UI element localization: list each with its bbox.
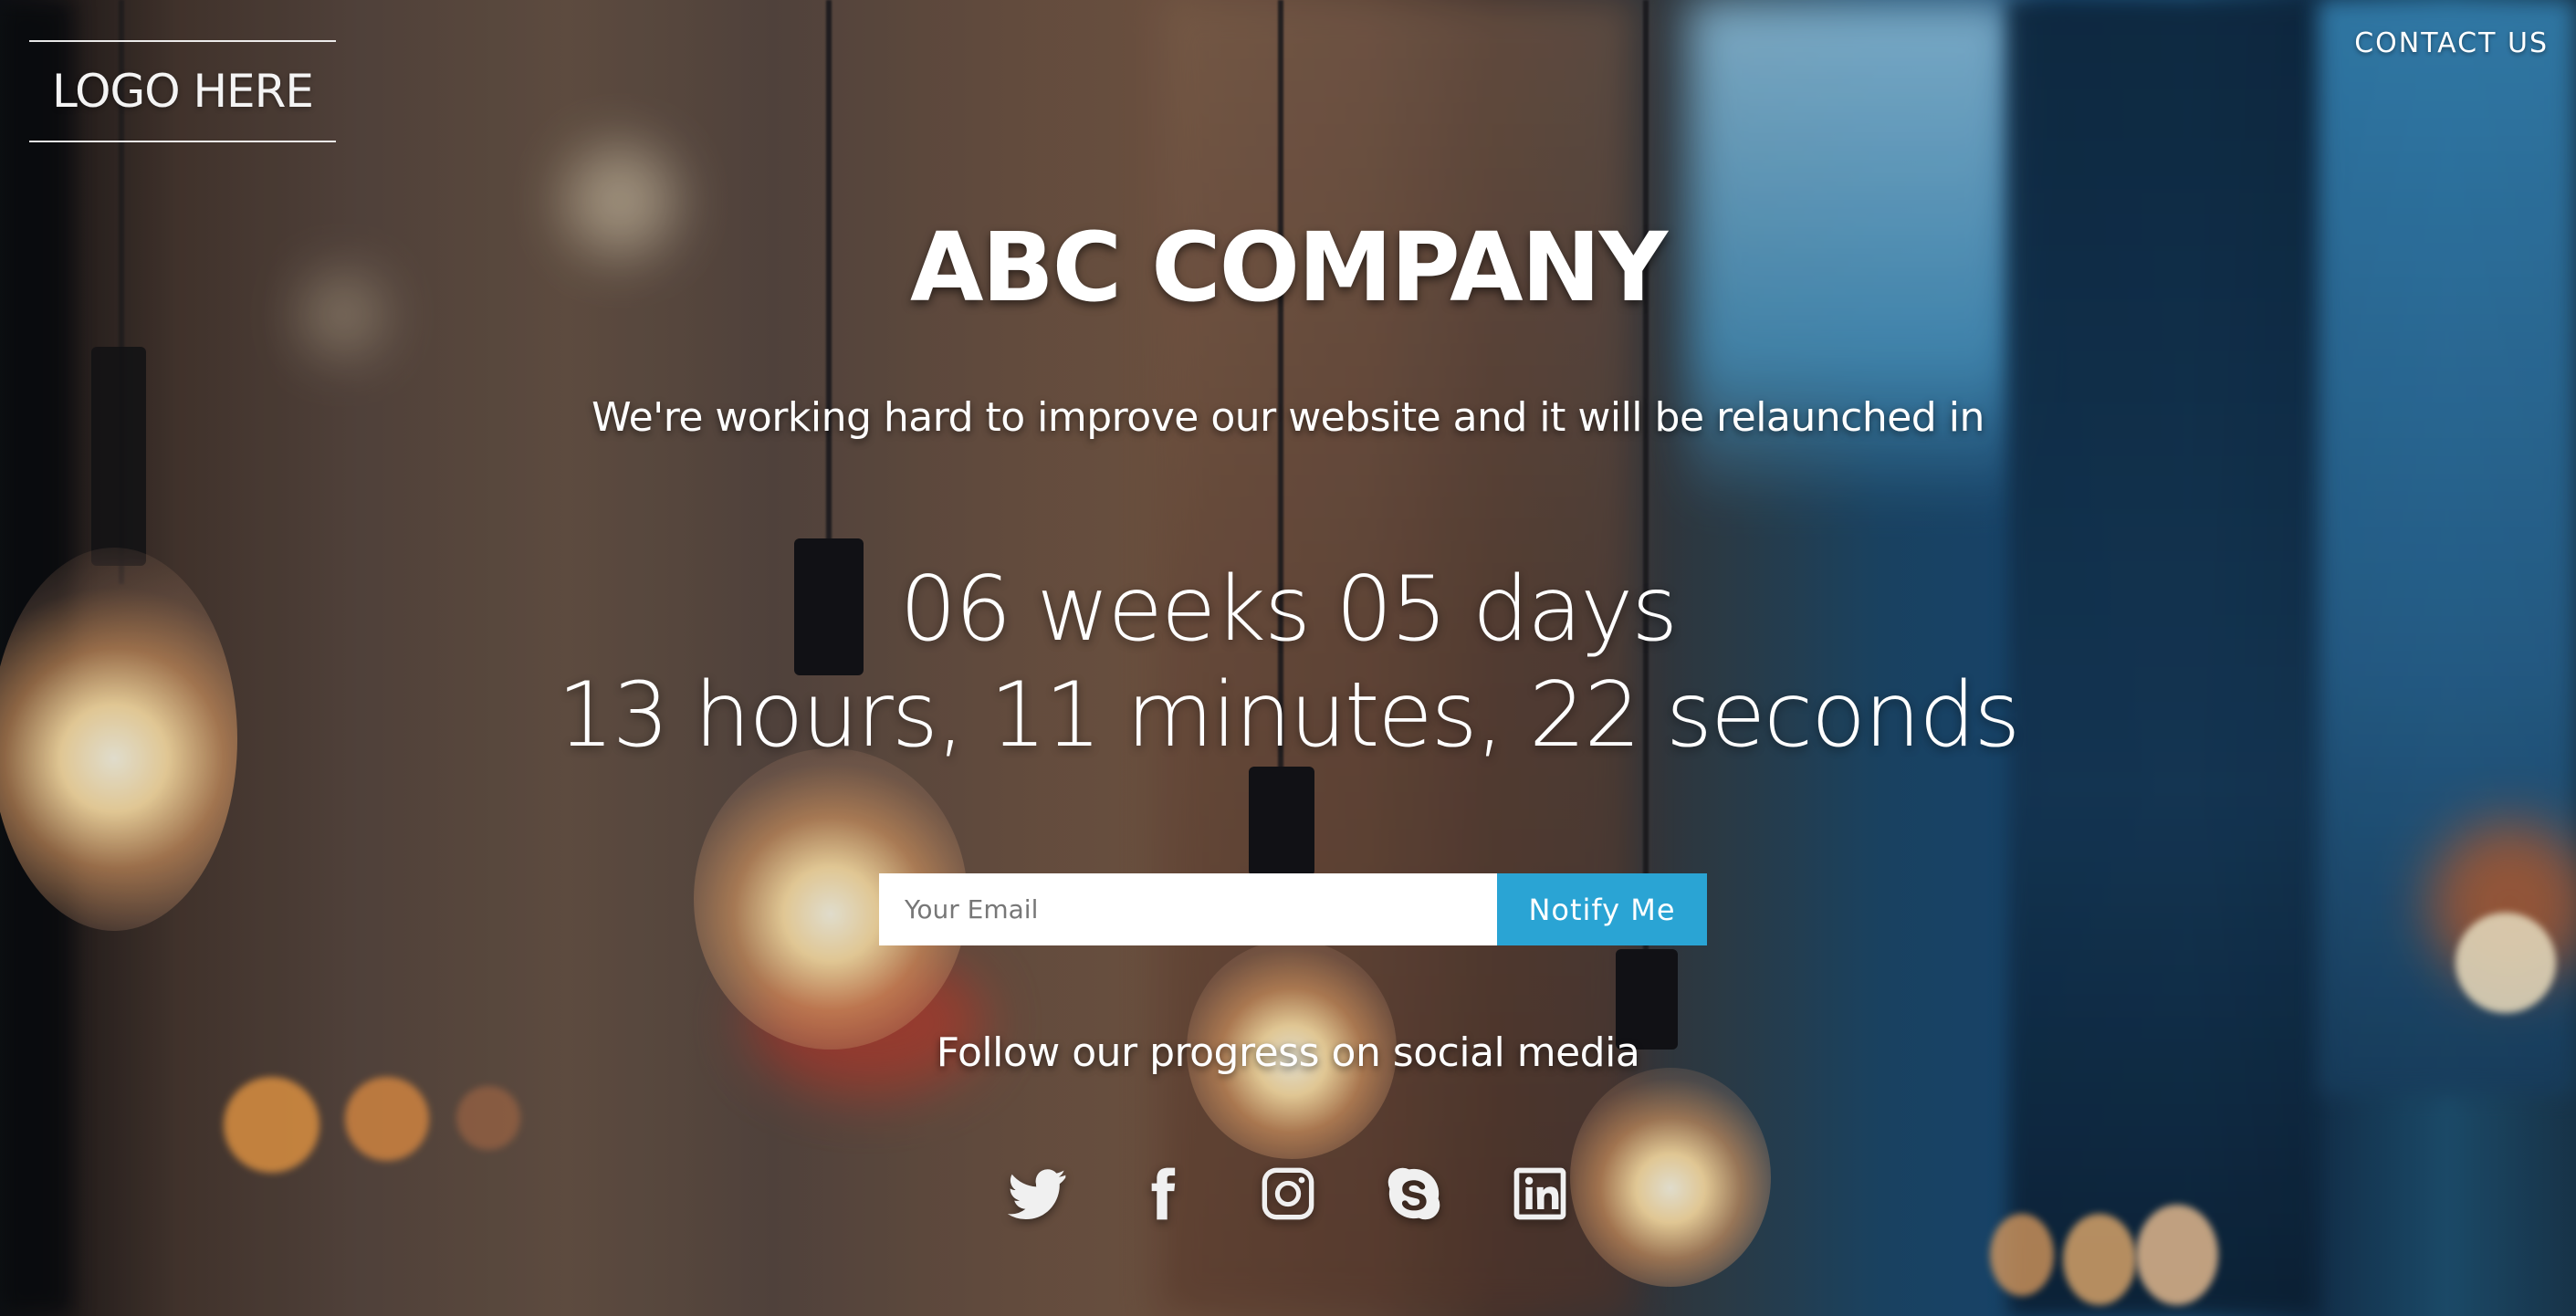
notify-form: Notify Me xyxy=(879,873,1707,945)
social-links xyxy=(0,1163,2576,1225)
contact-us-link[interactable]: CONTACT US xyxy=(2354,27,2549,59)
linkedin-icon[interactable] xyxy=(1509,1163,1571,1225)
skype-icon[interactable] xyxy=(1383,1163,1445,1225)
countdown-time: 13 hours, 11 minutes, 22 seconds xyxy=(557,663,2021,768)
instagram-icon[interactable] xyxy=(1257,1163,1319,1225)
notify-me-button[interactable]: Notify Me xyxy=(1497,873,1707,945)
site-logo[interactable]: LOGO HERE xyxy=(29,40,336,142)
countdown-weeks-days: 06 weeks 05 days xyxy=(899,558,1679,662)
social-heading: Follow our progress on social media xyxy=(936,1029,1640,1076)
email-input[interactable] xyxy=(879,873,1497,945)
countdown-timer: 06 weeks 05 days 13 hours, 11 minutes, 2… xyxy=(0,557,2576,768)
relaunch-tagline: We're working hard to improve our websit… xyxy=(592,394,1984,441)
twitter-icon[interactable] xyxy=(1005,1163,1067,1225)
facebook-icon[interactable] xyxy=(1131,1163,1193,1225)
company-name: ABC COMPANY xyxy=(909,212,1668,323)
